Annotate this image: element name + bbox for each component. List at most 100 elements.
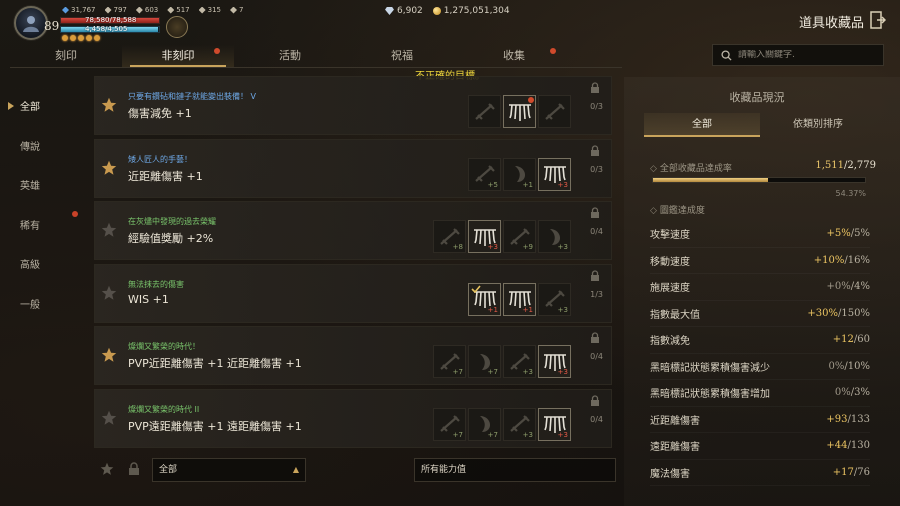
favorite-star-icon-active[interactable]	[101, 97, 117, 113]
item-slot[interactable]: +5	[468, 157, 501, 191]
grade-filter-nav: 全部 傳說 英雄稀有高級一般	[8, 86, 78, 323]
nav-item-3[interactable]: 英雄	[8, 165, 78, 205]
nav-item-2[interactable]: 傳說	[8, 126, 78, 166]
item-slot[interactable]: +1	[503, 282, 536, 316]
enchant-level: +3	[522, 430, 533, 439]
lock-icon[interactable]	[590, 144, 600, 156]
item-slot[interactable]: +1	[468, 282, 501, 316]
item-slot[interactable]	[503, 95, 536, 128]
hp-text: 78,580/78,588	[85, 16, 137, 24]
favorite-filter-star-icon[interactable]	[100, 462, 114, 476]
exit-icon[interactable]	[870, 11, 886, 29]
collection-row[interactable]: 矮人匠人的手藝！ 近距離傷害 +1 +5 +1 +3 0/3	[94, 138, 612, 198]
collection-row[interactable]: 燦爛又繁榮的時代！ PVP近距離傷害 +1 近距離傷害 +1 +7 +7 +3 +3 0/4	[94, 326, 612, 385]
lock-filter-icon[interactable]	[128, 462, 140, 476]
collection-row[interactable]: 無法抹去的傷害 WIS +1 +1 +1 +3 1/3	[94, 263, 612, 323]
collection-name: 矮人匠人的手藝！	[128, 154, 192, 164]
overall-percent: 54.37%	[835, 189, 866, 198]
stat-icon	[104, 6, 112, 14]
item-slot[interactable]: +3	[538, 220, 571, 253]
avatar[interactable]	[14, 6, 48, 40]
item-slot[interactable]: +7	[433, 407, 466, 441]
panel-title: 收藏品現況	[729, 91, 785, 104]
collection-row[interactable]: 只要有鑽砧和鏈子就能變出裝備！ V 傷害減免 +1 0/3	[94, 76, 612, 135]
enchant-level: +3	[557, 180, 568, 189]
collection-effect: PVP近距離傷害 +1 近距離傷害 +1	[128, 357, 302, 370]
stat-value: +44/130	[826, 440, 870, 451]
favorite-star-icon[interactable]	[101, 285, 117, 301]
ability-select[interactable]: 所有能力值	[414, 458, 616, 482]
item-slot[interactable]	[538, 95, 571, 128]
item-slot[interactable]: +7	[468, 345, 501, 378]
buff-icon[interactable]	[62, 35, 68, 41]
tab-4[interactable]: 祝福	[346, 45, 458, 67]
item-slot[interactable]: +7	[433, 345, 466, 378]
nav-item-4[interactable]: 稀有	[8, 205, 78, 245]
stat-label: 黑暗標記狀態累積傷害減少	[650, 362, 770, 374]
buff-icon[interactable]	[78, 35, 84, 41]
item-slot[interactable]: +3	[503, 345, 536, 378]
item-slot[interactable]: +7	[468, 407, 501, 441]
stat-value: +5%/5%	[827, 228, 870, 239]
nav-item-label: 高級	[20, 260, 40, 272]
lock-icon[interactable]	[590, 269, 600, 281]
item-slot[interactable]: +3	[503, 407, 536, 441]
item-slot[interactable]: +3	[538, 282, 571, 316]
player-level: 89	[44, 19, 60, 33]
item-slot[interactable]: +9	[503, 220, 536, 253]
item-slot[interactable]: +8	[433, 220, 466, 253]
nav-item-1[interactable]: 全部	[8, 86, 78, 126]
stat-icon	[62, 6, 69, 14]
stat-bonus: 0%	[834, 387, 851, 399]
collection-row[interactable]: 燦爛又繁榮的時代 II PVP遠距離傷害 +1 遠距離傷害 +1 +7 +7 +3 +3 0…	[94, 388, 612, 448]
item-slot[interactable]: +3	[538, 157, 571, 191]
tab-1[interactable]: 刻印	[10, 45, 122, 67]
notification-dot	[528, 97, 534, 103]
item-slot[interactable]: +3	[538, 345, 571, 378]
collection-row[interactable]: 在灰燼中發現的過去榮耀 經驗值獎勵 +2% +8 +3 +9 +3 0/4	[94, 201, 612, 260]
enchant-level: +3	[557, 243, 568, 251]
stat-max: /10%	[844, 360, 870, 372]
equipment-item-icon	[508, 103, 531, 121]
lock-icon[interactable]	[590, 82, 600, 93]
nav-item-5[interactable]: 高級	[8, 244, 78, 284]
panel-tab-2[interactable]: 依類別排序	[760, 113, 876, 137]
search-box[interactable]	[712, 44, 884, 66]
stat-row-item: 黑暗標記狀態累積傷害增加 0%/3%	[650, 380, 870, 407]
stat-bonus: +10%	[813, 254, 845, 266]
tab-2[interactable]: 非刻印	[122, 45, 234, 67]
tab-5[interactable]: 收集	[458, 45, 570, 67]
collection-item-slots: +5 +1 +3	[468, 157, 571, 191]
item-slot[interactable]: +1	[503, 157, 536, 191]
collection-effect: 傷害減免 +1	[128, 107, 192, 120]
stat-bonus: +5%	[826, 228, 851, 240]
stat-max: /60	[853, 334, 870, 346]
gem-icon	[385, 7, 394, 15]
class-emblem-icon[interactable]	[166, 16, 188, 38]
item-slot[interactable]: +3	[538, 407, 571, 441]
buff-icon[interactable]	[70, 35, 76, 41]
search-input[interactable]	[738, 50, 878, 60]
lock-icon[interactable]	[590, 332, 600, 343]
category-select[interactable]: 全部 ▲	[152, 458, 306, 482]
favorite-star-icon[interactable]	[101, 222, 117, 238]
stat-icon	[230, 6, 237, 14]
favorite-star-icon-active[interactable]	[101, 347, 117, 363]
enchant-level: +3	[557, 368, 568, 376]
item-slot[interactable]: +3	[468, 220, 501, 253]
category-select-value: 全部	[159, 465, 178, 475]
buff-icon[interactable]	[86, 35, 92, 41]
favorite-star-icon-active[interactable]	[101, 160, 117, 176]
lock-icon[interactable]	[590, 394, 600, 406]
filter-bar: 全部 ▲ 所有能力值	[94, 456, 618, 484]
favorite-star-icon[interactable]	[101, 410, 117, 426]
character-icon	[23, 16, 39, 32]
nav-item-label: 稀有	[20, 220, 40, 232]
nav-item-6[interactable]: 一般	[8, 284, 78, 324]
stat-list: 攻擊速度 +5%/5% 移動速度 +10%/16% 施展速度 +0%/4% 指數最大值 +30…	[650, 221, 870, 486]
lock-icon[interactable]	[590, 207, 600, 218]
buff-icon[interactable]	[94, 35, 100, 41]
panel-tab-1[interactable]: 全部	[644, 113, 760, 137]
tab-3[interactable]: 活動	[234, 45, 346, 67]
item-slot[interactable]	[468, 95, 501, 128]
